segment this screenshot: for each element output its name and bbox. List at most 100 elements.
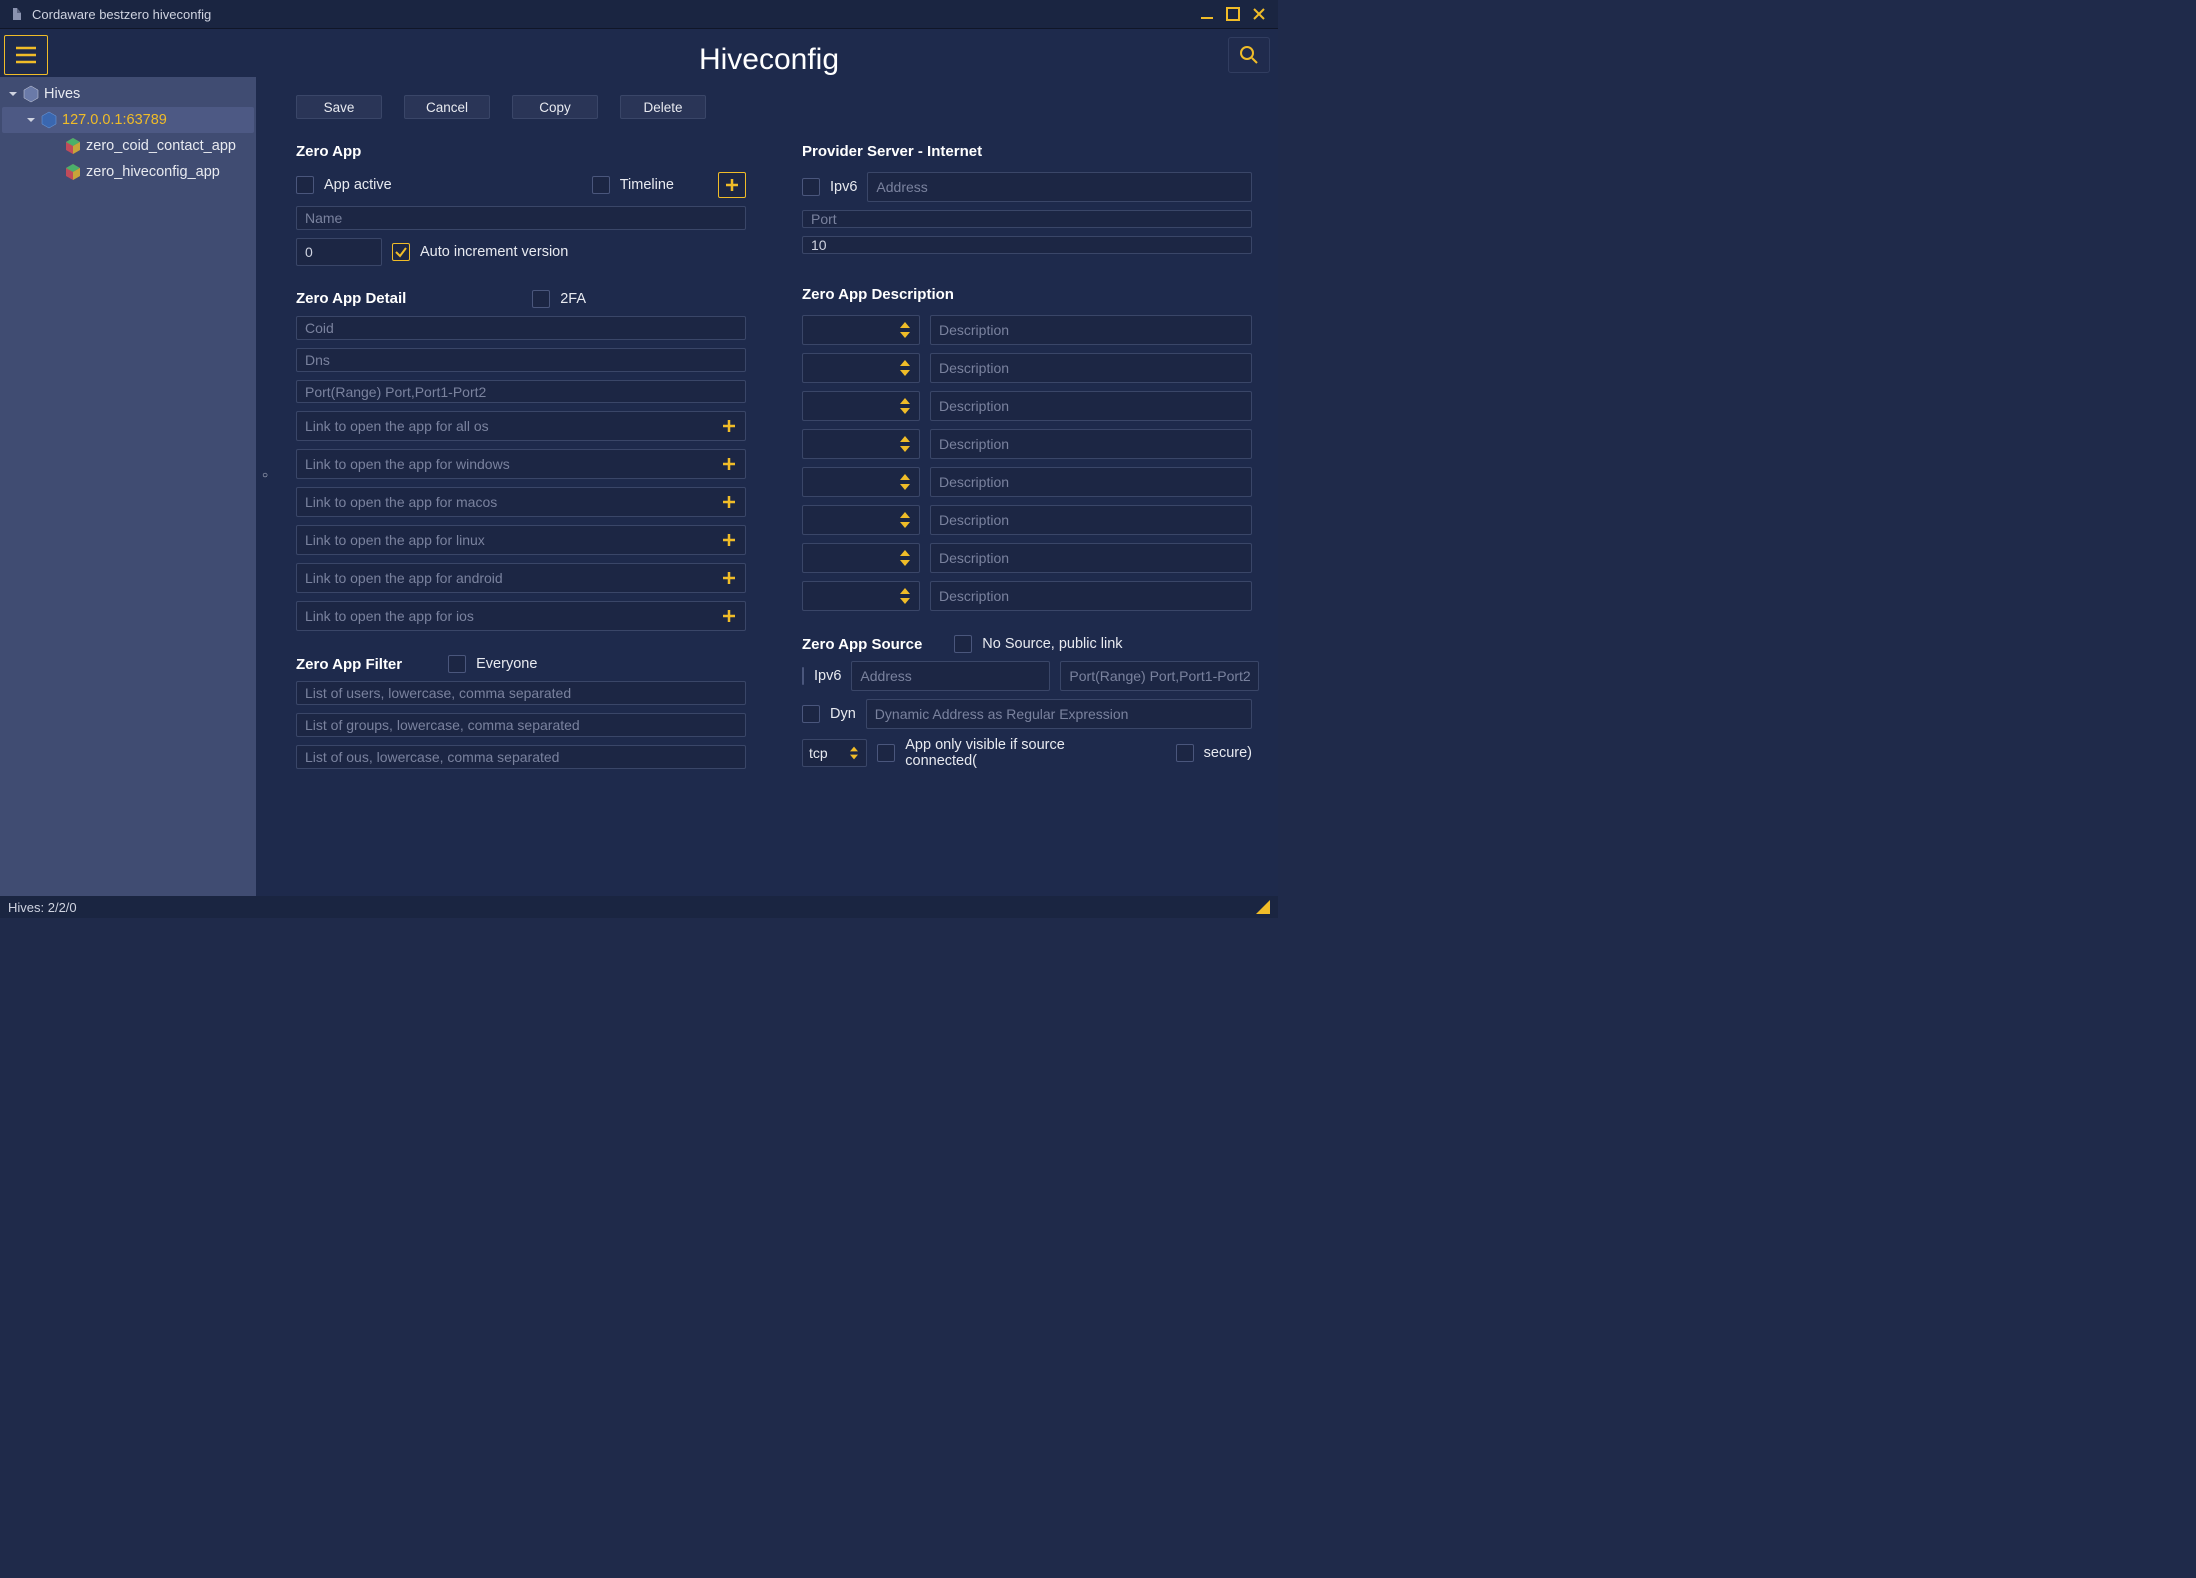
resize-grip-icon[interactable] [1256,900,1270,914]
source-address-input[interactable] [851,661,1050,691]
dyn-address-input[interactable] [866,699,1252,729]
provider-address-input[interactable] [867,172,1252,202]
twofa-label: 2FA [560,291,586,307]
dns-input[interactable] [296,348,746,372]
desc-row [802,391,1252,421]
copy-button[interactable]: Copy [512,95,598,119]
tree-host[interactable]: 127.0.0.1:63789 [2,107,254,133]
spinner-arrows-icon[interactable] [899,356,915,380]
desc-order-spinner[interactable] [802,391,920,421]
hive-tree[interactable]: Hives 127.0.0.1:63789 zero_coid_contact [0,77,256,896]
link-windows-input[interactable] [297,450,717,478]
page-title: Hiveconfig [699,43,839,77]
caret-down-icon[interactable] [6,89,20,99]
desc-input[interactable] [930,391,1252,421]
auto-increment-label: Auto increment version [420,244,568,260]
ous-input[interactable] [296,745,746,769]
app-active-checkbox[interactable] [296,176,314,194]
spinner-arrows-icon[interactable] [899,432,915,456]
coid-input[interactable] [296,316,746,340]
add-link-android-button[interactable] [717,566,741,590]
close-button[interactable] [1248,4,1270,24]
desc-input[interactable] [930,581,1252,611]
groups-input[interactable] [296,713,746,737]
add-timeline-button[interactable] [718,172,746,198]
desc-order-spinner[interactable] [802,581,920,611]
provider-value-input[interactable] [802,236,1252,254]
name-input[interactable] [296,206,746,230]
toolbar: Save Cancel Copy Delete [260,87,1278,131]
minimize-button[interactable] [1196,4,1218,24]
desc-input[interactable] [930,353,1252,383]
secure-checkbox[interactable] [1176,744,1194,762]
save-button[interactable]: Save [296,95,382,119]
auto-increment-checkbox[interactable] [392,243,410,261]
desc-input[interactable] [930,505,1252,535]
spinner-arrows-icon[interactable] [848,742,862,764]
twofa-checkbox[interactable] [532,290,550,308]
maximize-button[interactable] [1222,4,1244,24]
provider-port-input[interactable] [802,210,1252,228]
everyone-label: Everyone [476,656,537,672]
page-header: Hiveconfig [260,33,1278,87]
spinner-arrows-icon[interactable] [899,584,915,608]
desc-row [802,543,1252,573]
add-link-linux-button[interactable] [717,528,741,552]
dyn-checkbox[interactable] [802,705,820,723]
caret-down-icon[interactable] [24,115,38,125]
spinner-arrows-icon[interactable] [899,318,915,342]
link-macos-row [296,487,746,517]
version-input[interactable] [296,238,382,266]
only-visible-label: App only visible if source connected( [905,737,1138,769]
host-icon [40,111,58,129]
delete-button[interactable]: Delete [620,95,706,119]
source-port-input[interactable] [1060,661,1259,691]
add-link-ios-button[interactable] [717,604,741,628]
link-ios-input[interactable] [297,602,717,630]
titlebar: Cordaware bestzero hiveconfig [0,0,1278,28]
desc-order-spinner[interactable] [802,353,920,383]
cancel-button[interactable]: Cancel [404,95,490,119]
timeline-label: Timeline [620,177,674,193]
tree-leaf-hiveconfig[interactable]: zero_hiveconfig_app [2,159,254,185]
desc-order-spinner[interactable] [802,467,920,497]
link-linux-input[interactable] [297,526,717,554]
desc-input[interactable] [930,467,1252,497]
tree-root-hives[interactable]: Hives [2,81,254,107]
link-all-input[interactable] [297,412,717,440]
source-ipv6-checkbox[interactable] [802,667,804,685]
desc-input[interactable] [930,543,1252,573]
link-android-input[interactable] [297,564,717,592]
link-macos-input[interactable] [297,488,717,516]
desc-row [802,505,1252,535]
timeline-checkbox[interactable] [592,176,610,194]
search-button[interactable] [1228,37,1270,73]
spinner-arrows-icon[interactable] [899,394,915,418]
content: Hiveconfig Save Cancel Copy Delete Zero … [260,29,1278,896]
app-window: Cordaware bestzero hiveconfig [0,0,1278,918]
port-range-input[interactable] [296,380,746,404]
link-linux-row [296,525,746,555]
desc-input[interactable] [930,429,1252,459]
provider-ipv6-checkbox[interactable] [802,178,820,196]
menu-button[interactable] [4,35,48,75]
only-visible-checkbox[interactable] [877,744,895,762]
tree-leaf-coid[interactable]: zero_coid_contact_app [2,133,254,159]
window-controls [1196,4,1270,24]
protocol-value: tcp [809,745,828,761]
add-link-macos-button[interactable] [717,490,741,514]
add-link-all-button[interactable] [717,414,741,438]
protocol-select[interactable]: tcp [802,739,867,767]
desc-input[interactable] [930,315,1252,345]
no-source-checkbox[interactable] [954,635,972,653]
spinner-arrows-icon[interactable] [899,546,915,570]
users-input[interactable] [296,681,746,705]
desc-order-spinner[interactable] [802,543,920,573]
add-link-windows-button[interactable] [717,452,741,476]
desc-order-spinner[interactable] [802,505,920,535]
spinner-arrows-icon[interactable] [899,508,915,532]
everyone-checkbox[interactable] [448,655,466,673]
spinner-arrows-icon[interactable] [899,470,915,494]
desc-order-spinner[interactable] [802,429,920,459]
desc-order-spinner[interactable] [802,315,920,345]
